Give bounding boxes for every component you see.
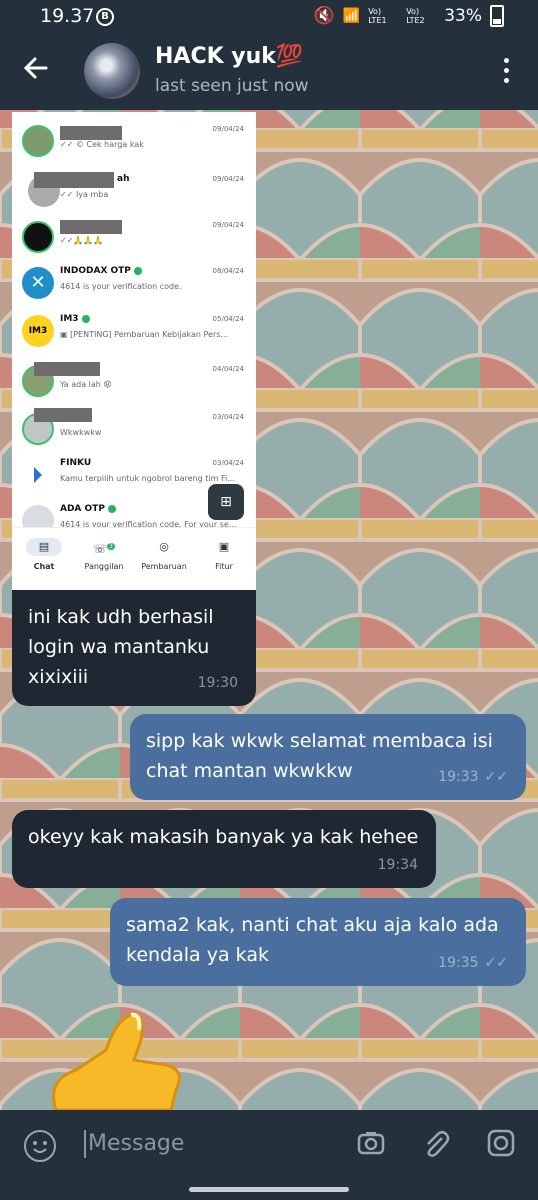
redacted-name xyxy=(34,362,100,376)
store-icon: ▣ xyxy=(218,540,230,553)
chat-preview: ✓✓ © Cek harga kak xyxy=(60,140,144,149)
chat-date: 09/04/24 xyxy=(212,175,244,183)
thumbs-up-sticker[interactable] xyxy=(36,1010,186,1110)
message-time: 19:35 ✓✓ xyxy=(438,955,508,971)
avatar[interactable] xyxy=(84,43,140,99)
battery-icon xyxy=(490,5,504,27)
chat-name: IM3 xyxy=(60,314,90,324)
status-bar: 19.37 B 🔇 📶 Vo) LTE1 Vo) LTE2 33% xyxy=(0,0,538,32)
verified-icon xyxy=(81,314,90,323)
redacted-name xyxy=(60,220,122,234)
list-item: ✕ INDODAX OTP 4614 is your verification … xyxy=(22,262,248,312)
verified-icon xyxy=(107,504,116,513)
outgoing-message[interactable]: sama2 kak, nanti chat aku aja kalo ada k… xyxy=(110,898,526,986)
chat-preview: Ya ada lah 😧 xyxy=(60,380,112,389)
status-icon: ◎ xyxy=(159,540,169,553)
tab-chat: ▤ Chat xyxy=(14,538,74,571)
signal-2: Vo) LTE2 xyxy=(406,7,425,25)
finku-logo-icon xyxy=(22,459,54,491)
redacted-name xyxy=(34,408,92,422)
mute-icon: 🔇 xyxy=(313,6,335,26)
instagram-icon[interactable] xyxy=(486,1128,516,1158)
message-input-bar: Message xyxy=(0,1110,538,1180)
message-text: okeyy kak makasih banyak ya kak hehee xyxy=(28,826,419,848)
redacted-name xyxy=(34,172,114,188)
status-time: 19.37 xyxy=(40,5,95,27)
home-indicator[interactable] xyxy=(189,1187,349,1192)
status-icons: 🔇 📶 Vo) LTE1 Vo) LTE2 33% xyxy=(314,5,504,27)
im3-logo-icon: IM3 xyxy=(22,315,54,347)
chat-preview: ▣ [PENTING] Pembaruan Kebijakan Pers... xyxy=(60,330,229,339)
incoming-message[interactable]: okeyy kak makasih banyak ya kak hehee 19… xyxy=(12,810,436,888)
outgoing-message[interactable]: sipp kak wkwk selamat membaca isi chat m… xyxy=(130,714,526,800)
emoji-icon[interactable] xyxy=(24,1130,56,1162)
chat-name: INDODAX OTP xyxy=(60,266,142,276)
chat-date: 08/04/24 xyxy=(212,267,244,275)
chat-date: 03/04/24 xyxy=(212,459,244,467)
status-badge: B xyxy=(96,8,114,26)
system-nav-bar xyxy=(0,1180,538,1200)
double-check-icon: ✓✓ xyxy=(484,955,508,971)
attach-icon[interactable] xyxy=(420,1128,450,1158)
chat-date: 04/04/24 xyxy=(212,365,244,373)
chat-date: 03/04/24 xyxy=(212,413,244,421)
chat-preview: ✓✓ Iya mba xyxy=(60,190,109,199)
verified-icon xyxy=(133,266,142,275)
chat-name: FINKU xyxy=(60,458,92,468)
chat-date: 09/04/24 xyxy=(212,221,244,229)
new-chat-icon: ⊞ xyxy=(208,484,244,520)
incoming-message[interactable]: ini kak udh berhasil login wa mantanku x… xyxy=(12,590,256,706)
tab-pembaruan: ◎ Pembaruan xyxy=(141,540,187,571)
chat-header: HACK yuk💯 last seen just now xyxy=(0,32,538,110)
message-time: 19:34 xyxy=(377,857,418,873)
signal-1: Vo) LTE1 xyxy=(368,7,387,25)
arrow-left-icon[interactable] xyxy=(22,54,50,88)
camera-icon[interactable] xyxy=(356,1128,386,1158)
message-text: ini kak udh berhasil login wa mantanku x… xyxy=(28,606,214,688)
list-item: Wkwkwkw 03/04/24 xyxy=(22,408,248,458)
avatar xyxy=(22,221,54,253)
double-check-icon: ✓✓ xyxy=(484,769,508,785)
last-seen: last seen just now xyxy=(155,76,309,96)
message-input[interactable]: Message xyxy=(84,1130,184,1158)
chat-preview: Wkwkwkw xyxy=(60,428,102,437)
chat-icon: ▤ xyxy=(26,538,62,556)
battery-percent: 33% xyxy=(444,6,482,26)
chat-preview: Kamu terpilih untuk ngobrol bareng tim F… xyxy=(60,474,235,483)
redacted-name xyxy=(60,126,122,140)
list-item: IM3 IM3 ▣ [PENTING] Pembaruan Kebijakan … xyxy=(22,310,248,360)
list-item: Ya ada lah 😧 04/04/24 xyxy=(22,360,248,410)
chat-name: ADA OTP xyxy=(60,504,116,514)
tab-bar: ▤ Chat ☏ 3 Panggilan ◎ Pembaruan ▣ Fitur xyxy=(12,527,256,590)
list-item: ✓✓ © Cek harga kak 09/04/24 xyxy=(22,120,248,170)
tab-panggilan: ☏ 3 Panggilan xyxy=(74,538,134,571)
list-item: ah ✓✓ Iya mba 09/04/24 xyxy=(22,170,248,220)
list-item: ✓✓🙏🙏🙏 09/04/24 xyxy=(22,216,248,266)
contact-name[interactable]: HACK yuk💯 xyxy=(155,44,303,69)
chat-preview: ✓✓🙏🙏🙏 xyxy=(60,236,104,245)
chat-name: ah xyxy=(117,174,130,184)
message-time: 19:33 ✓✓ xyxy=(438,769,508,785)
more-vertical-icon[interactable] xyxy=(504,58,510,88)
avatar xyxy=(22,125,54,157)
chat-date: 09/04/24 xyxy=(212,125,244,133)
indodax-logo-icon: ✕ xyxy=(22,267,54,299)
chat-preview: 4614 is your verification code. xyxy=(60,282,182,291)
tab-fitur: ▣ Fitur xyxy=(194,538,254,571)
shared-screenshot-image[interactable]: ✓✓ © Cek harga kak 09/04/24 ah ✓✓ Iya mb… xyxy=(12,112,256,590)
message-time: 19:30 xyxy=(197,675,238,691)
phone-icon: ☏ 3 xyxy=(93,542,115,556)
wifi-icon: 📶 xyxy=(342,8,361,24)
chat-date: 05/04/24 xyxy=(212,315,244,323)
